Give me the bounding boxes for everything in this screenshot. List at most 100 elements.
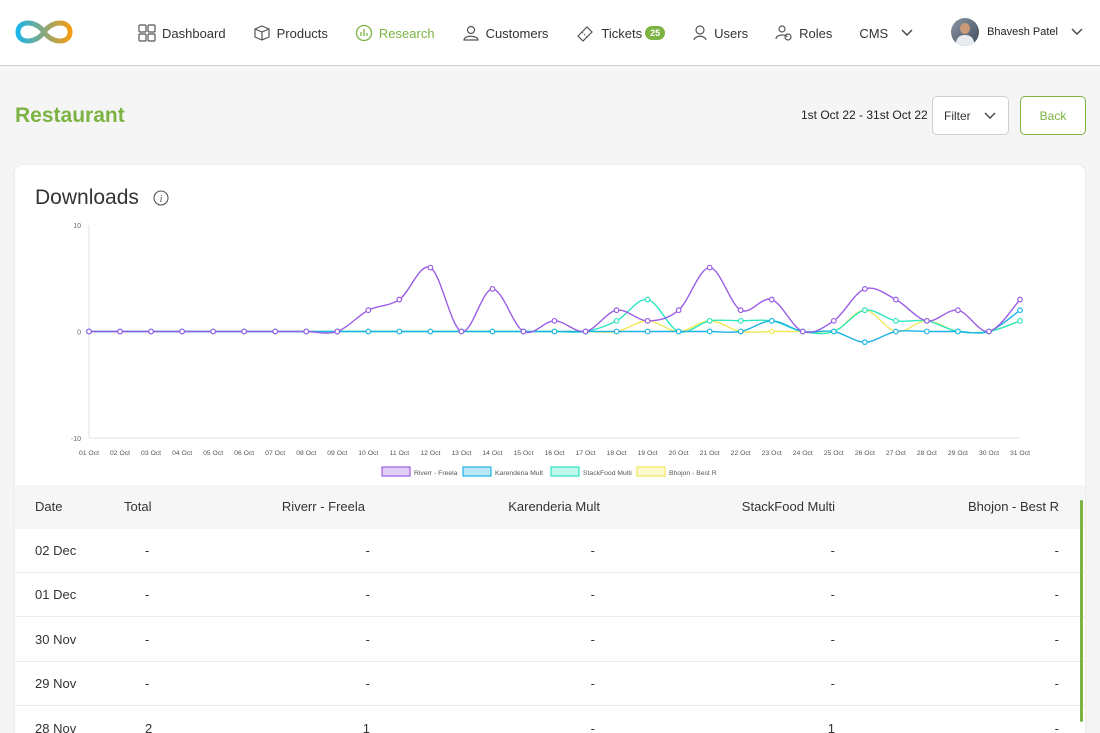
data-point <box>768 328 775 335</box>
x-tick-label: 30 Oct <box>979 450 999 457</box>
column-header: Total <box>124 499 152 514</box>
data-point <box>1017 317 1023 324</box>
table-row: 01 Dec - - - - - <box>15 573 1085 618</box>
value-cell: - <box>365 631 370 647</box>
x-tick-label: 24 Oct <box>793 450 813 457</box>
x-tick-label: 29 Oct <box>948 450 968 457</box>
value-cell: - <box>1054 676 1059 692</box>
value-cell: - <box>365 676 370 692</box>
data-point <box>644 328 651 335</box>
value-cell: - <box>830 543 835 558</box>
data-point <box>1017 296 1023 303</box>
legend-swatch <box>462 466 492 477</box>
data-point <box>427 264 434 271</box>
legend-swatch <box>550 466 580 477</box>
data-point <box>892 317 899 324</box>
data-point <box>830 328 837 335</box>
user-icon <box>693 25 707 41</box>
x-tick-label: 02 Oct <box>110 450 130 457</box>
data-point <box>768 317 775 324</box>
data-point <box>706 328 713 335</box>
chevron-down-icon <box>901 29 913 36</box>
data-point <box>955 328 961 335</box>
roles-icon <box>775 25 792 41</box>
data-point <box>613 328 620 335</box>
y-tick-label: 0 <box>77 330 81 337</box>
user-menu[interactable]: Bhavesh Patel <box>951 18 1084 46</box>
data-point <box>924 317 930 324</box>
x-tick-label: 20 Oct <box>669 450 689 457</box>
back-button[interactable]: Back <box>1020 96 1086 135</box>
chevron-down-icon <box>984 112 996 119</box>
nav-item-research[interactable]: Research <box>355 24 435 42</box>
value-cell: - <box>1054 720 1059 733</box>
y-tick-label: 10 <box>73 223 81 230</box>
y-tick-label: -10 <box>71 436 81 443</box>
column-header: Karenderia Mult <box>508 499 600 514</box>
data-point <box>1017 307 1023 314</box>
nav-item-users[interactable]: Users <box>692 24 748 42</box>
data-point <box>148 328 154 335</box>
data-point <box>924 328 930 335</box>
table-row: 28 Nov 2 1 - 1 - <box>15 707 1085 733</box>
x-tick-label: 14 Oct <box>482 450 502 457</box>
nav-label: Users <box>714 25 749 41</box>
value-cell: 2 <box>145 720 153 733</box>
value-cell: - <box>590 676 595 692</box>
date-cell: 01 Dec <box>35 587 77 603</box>
data-point <box>892 296 899 303</box>
x-tick-label: 10 Oct <box>358 450 378 457</box>
value-cell: - <box>145 676 150 692</box>
nav-item-dashboard[interactable]: Dashboard <box>138 24 226 42</box>
nav-item-tickets[interactable]: Tickets 25 <box>575 24 666 42</box>
x-tick-label: 07 Oct <box>265 450 285 457</box>
value-cell: - <box>145 631 150 647</box>
chart-icon <box>355 24 373 42</box>
date-cell: 02 Dec <box>35 543 77 558</box>
nav-label: CMS <box>859 25 889 41</box>
x-tick-label: 08 Oct <box>296 450 316 457</box>
nav-item-customers[interactable]: Customers <box>462 24 548 42</box>
data-point <box>861 307 868 314</box>
data-point <box>86 328 92 335</box>
brand-logo[interactable] <box>14 16 74 48</box>
data-point <box>396 296 403 303</box>
value-cell: - <box>830 676 835 692</box>
filter-label: Filter <box>944 108 971 123</box>
avatar <box>951 18 980 46</box>
scrollbar[interactable] <box>1080 500 1083 722</box>
legend-label: StackFood Multi <box>583 470 632 477</box>
x-tick-label: 17 Oct <box>576 450 596 457</box>
x-tick-label: 28 Oct <box>917 450 937 457</box>
data-point <box>644 317 651 324</box>
value-cell: - <box>145 543 150 558</box>
nav-item-products[interactable]: Products <box>253 24 328 42</box>
data-point <box>272 328 279 335</box>
chevron-down-icon <box>1071 28 1083 35</box>
data-point <box>644 296 651 303</box>
downloads-card: Downloads i 10 0 -10 01 Oct 02 Oct 03 Oct 04 O… <box>15 165 1085 733</box>
filter-dropdown[interactable]: Filter <box>932 96 1009 135</box>
value-cell: - <box>1054 631 1059 647</box>
data-point <box>551 317 558 324</box>
nav-item-cms[interactable]: CMS <box>859 26 920 41</box>
x-tick-label: 15 Oct <box>513 450 533 457</box>
value-cell: - <box>830 587 835 603</box>
table-row: 02 Dec - - - - - <box>15 529 1085 573</box>
x-tick-label: 18 Oct <box>607 450 627 457</box>
x-tick-label: 16 Oct <box>544 450 564 457</box>
user-name: Bhavesh Patel <box>987 26 1058 38</box>
value-cell: - <box>590 631 595 647</box>
value-cell: - <box>590 587 595 603</box>
nav-item-roles[interactable]: Roles <box>775 24 832 42</box>
data-point <box>613 307 620 314</box>
data-point <box>675 328 682 335</box>
data-point <box>675 307 682 314</box>
x-tick-label: 01 Oct <box>79 450 99 457</box>
data-point <box>179 328 186 335</box>
tickets-count-badge: 25 <box>645 26 666 40</box>
person-icon <box>462 25 479 41</box>
data-point <box>551 328 558 335</box>
value-cell: - <box>1054 543 1059 558</box>
x-tick-label: 05 Oct <box>203 450 223 457</box>
